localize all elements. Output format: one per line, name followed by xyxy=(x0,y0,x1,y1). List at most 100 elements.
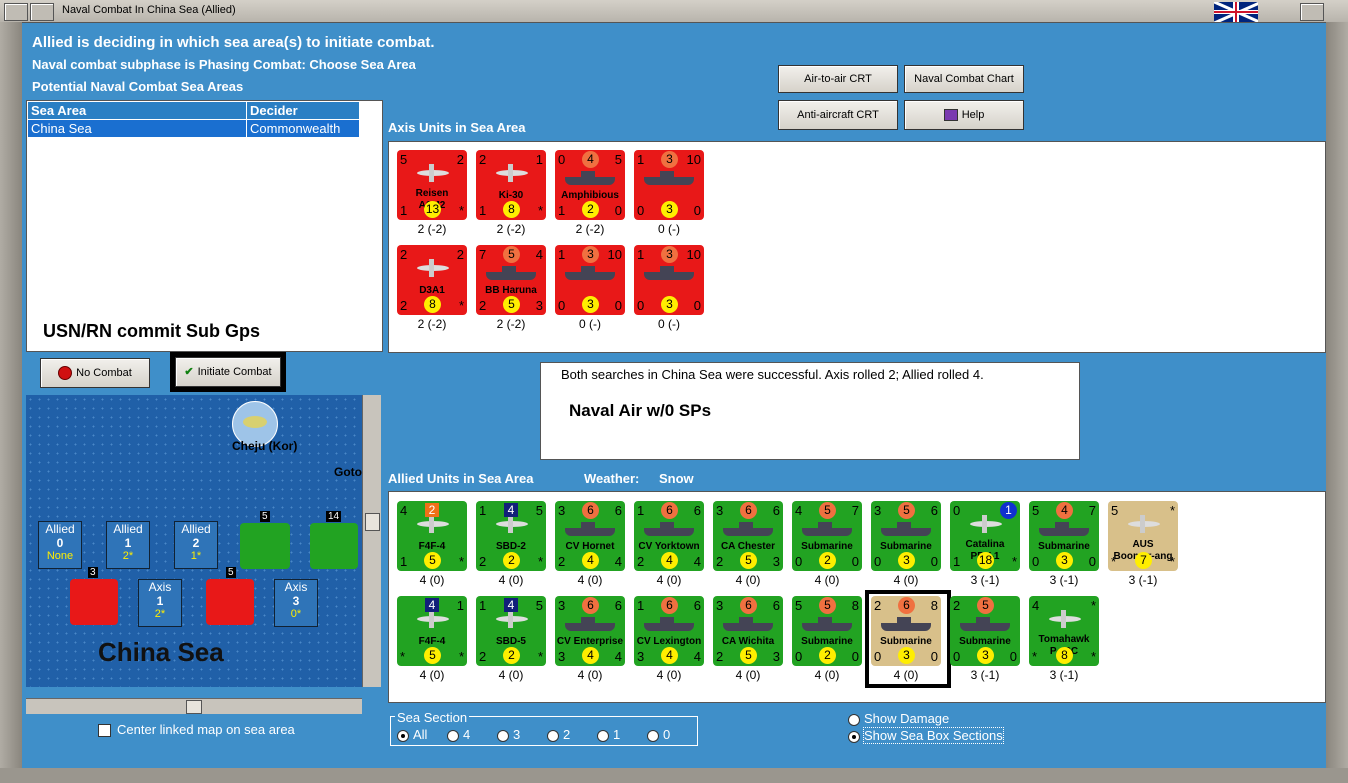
allied-counter[interactable]: 3 6 2 3 CA Wichita 5 6 xyxy=(713,596,783,666)
anti-aircraft-crt-button[interactable]: Anti-aircraft CRT xyxy=(778,100,898,130)
axis-sea-box-1[interactable]: Axis 1 2* xyxy=(138,579,182,627)
map-horizontal-scrollbar[interactable] xyxy=(26,698,362,714)
radio-dot[interactable] xyxy=(647,729,659,742)
counter-subname: Reisen xyxy=(415,188,449,199)
allied-sea-box-0[interactable]: Allied 0 None xyxy=(38,521,82,569)
allied-counter[interactable]: 5***AUSBoomer-ang7 xyxy=(1108,501,1178,571)
cell-sea-area[interactable]: China Sea xyxy=(27,119,247,138)
counter-name: Submarine xyxy=(801,541,853,552)
map-vertical-scrollbar[interactable] xyxy=(362,395,381,687)
show-sea-box-sections-radio[interactable]: Show Sea Box Sections xyxy=(848,727,1004,744)
counter-bottom-left-value: 0 xyxy=(874,649,882,664)
allied-counter[interactable]: 3 6 3 4 CV Enterprise 4 6 xyxy=(555,596,625,666)
radio-dot[interactable] xyxy=(397,729,409,742)
allied-counter[interactable]: 1 5 2 * SBD-2 2 4 xyxy=(476,501,546,571)
radio-2[interactable]: 2 xyxy=(547,727,570,742)
vertical-scroll-thumb[interactable] xyxy=(365,513,380,531)
allied-counter[interactable]: 4***TomahawkP-40C8 xyxy=(1029,596,1099,666)
allied-sea-box-2[interactable]: Allied 2 1* xyxy=(174,521,218,569)
horizontal-scroll-thumb[interactable] xyxy=(186,700,202,714)
checkbox-box[interactable] xyxy=(98,724,111,738)
box-value: 1 xyxy=(156,594,164,608)
close-icon[interactable] xyxy=(1300,3,1324,21)
axis-counter[interactable]: 7 4 2 3 BB Haruna 5 5 xyxy=(476,245,546,315)
axis-counter-caption: 2 (-2) xyxy=(417,222,447,236)
counter-top-right-value: 2 xyxy=(456,247,464,262)
allied-counter[interactable]: 1 5 2 * SBD-5 2 4 xyxy=(476,596,546,666)
radio-dot[interactable] xyxy=(848,713,860,726)
radio-dot[interactable] xyxy=(447,729,459,742)
column-header-decider[interactable]: Decider xyxy=(246,101,360,120)
allied-counter[interactable]: 5 7 0 0 Submarine 3 4 xyxy=(1029,501,1099,571)
radio-dot[interactable] xyxy=(547,729,559,742)
allied-counter[interactable]: 3 6 2 3 CA Chester 5 6 xyxy=(713,501,783,571)
cell-decider[interactable]: Commonwealth xyxy=(246,119,360,138)
minimize-icon[interactable] xyxy=(30,3,54,21)
map-axis-counter-plane[interactable] xyxy=(206,579,254,625)
radio-1[interactable]: 1 xyxy=(597,727,620,742)
allied-counter-caption: 4 (0) xyxy=(814,573,840,587)
allied-counter[interactable]: 01*CatalinaPBY-1181 xyxy=(950,501,1020,571)
allied-counter[interactable]: 1 6 2 4 CV Yorktown 4 6 xyxy=(634,501,704,571)
radio-dot[interactable] xyxy=(848,730,860,743)
column-header-sea-area[interactable]: Sea Area xyxy=(27,101,247,120)
ship-silhouette-icon xyxy=(881,522,931,536)
counter-top-right-value: 6 xyxy=(693,503,701,518)
axis-counter[interactable]: 1 10 0 0 3 3 xyxy=(555,245,625,315)
no-combat-button[interactable]: No Combat xyxy=(40,358,150,388)
radio-3[interactable]: 3 xyxy=(497,727,520,742)
counter-top-left-value: 0 xyxy=(953,503,961,518)
map-allied-counter-pby[interactable] xyxy=(240,523,290,569)
show-damage-radio[interactable]: Show Damage xyxy=(848,711,949,726)
axis-counter[interactable]: 1 10 0 0 3 3 xyxy=(634,150,704,220)
map-allied-counter-sbd[interactable] xyxy=(310,523,358,569)
air-to-air-crt-button[interactable]: Air-to-air CRT xyxy=(778,65,898,93)
strength-circle: 5 xyxy=(424,647,441,664)
allied-counter[interactable]: 3 6 0 0 Submarine 3 5 xyxy=(871,501,941,571)
axis-counter[interactable]: 2 2 2 * D3A1 8 xyxy=(397,245,467,315)
allied-counter[interactable]: 4 1 * F4F-4 5 2 xyxy=(397,501,467,571)
counter-top-left-value: 2 xyxy=(953,598,961,613)
naval-combat-chart-button[interactable]: Naval Combat Chart xyxy=(904,65,1024,93)
axis-sea-box-3[interactable]: Axis 3 0* xyxy=(274,579,318,627)
allied-counter-caption: 3 (-1) xyxy=(1128,573,1158,587)
counter-top-left-value: 7 xyxy=(479,247,487,262)
ship-silhouette-icon xyxy=(486,266,536,280)
allied-counter[interactable]: 1 * * F4F-4 5 4 xyxy=(397,596,467,666)
box-sub: 0* xyxy=(290,608,302,620)
initiate-combat-button[interactable]: ✔ Initiate Combat xyxy=(175,357,281,387)
search-result-text: Both searches in China Sea were successf… xyxy=(561,367,984,382)
radio-dot[interactable] xyxy=(597,729,609,742)
radio-all[interactable]: All xyxy=(397,727,427,742)
center-linked-map-checkbox[interactable]: Center linked map on sea area xyxy=(98,722,295,738)
axis-counter[interactable]: 2 1 1 * Ki-30 8 xyxy=(476,150,546,220)
map-axis-counter-ship[interactable] xyxy=(70,579,118,625)
axis-counter[interactable]: 1 10 0 0 3 3 xyxy=(634,245,704,315)
axis-counter[interactable]: 0 5 1 0 Amphibious 2 4 xyxy=(555,150,625,220)
initiate-combat-label: Initiate Combat xyxy=(197,366,272,378)
counter-bottom-left-value: 1 xyxy=(558,203,566,218)
allied-counter[interactable]: 3 6 2 4 CV Hornet 4 6 xyxy=(555,501,625,571)
axis-counter[interactable]: 521*ReisenA6M213 xyxy=(397,150,467,220)
counter-bottom-right-value: 3 xyxy=(772,649,780,664)
radio-0[interactable]: 0 xyxy=(647,727,670,742)
table-row[interactable]: China Sea Commonwealth xyxy=(27,119,360,138)
system-menu-icon[interactable] xyxy=(4,3,28,21)
allied-counter[interactable]: 2 8 0 0 Submarine 3 6 xyxy=(871,596,941,666)
counter-bottom-left-value: 0 xyxy=(874,554,882,569)
counter-bottom-right-value: 0 xyxy=(614,298,622,313)
radio-dot[interactable] xyxy=(497,729,509,742)
radio-label: 0 xyxy=(663,727,671,742)
counter-name: CV Hornet xyxy=(565,541,615,552)
counter-subname: Tomahawk xyxy=(1038,634,1090,645)
strength-circle: 13 xyxy=(424,201,441,218)
allied-counter[interactable]: 4 7 0 0 Submarine 2 5 xyxy=(792,501,862,571)
allied-sea-box-1[interactable]: Allied 1 2* xyxy=(106,521,150,569)
help-button[interactable]: Help xyxy=(904,100,1024,130)
allied-counter[interactable]: 5 8 0 0 Submarine 2 5 xyxy=(792,596,862,666)
allied-counter[interactable]: 2 0 0 Submarine 3 5 xyxy=(950,596,1020,666)
allied-counter-caption: 4 (0) xyxy=(419,573,445,587)
sea-area-map[interactable]: Cheju (Kor) Goto Allied 0 None Allied 1 … xyxy=(26,395,362,687)
radio-4[interactable]: 4 xyxy=(447,727,470,742)
allied-counter[interactable]: 1 6 3 4 CV Lexington 4 6 xyxy=(634,596,704,666)
